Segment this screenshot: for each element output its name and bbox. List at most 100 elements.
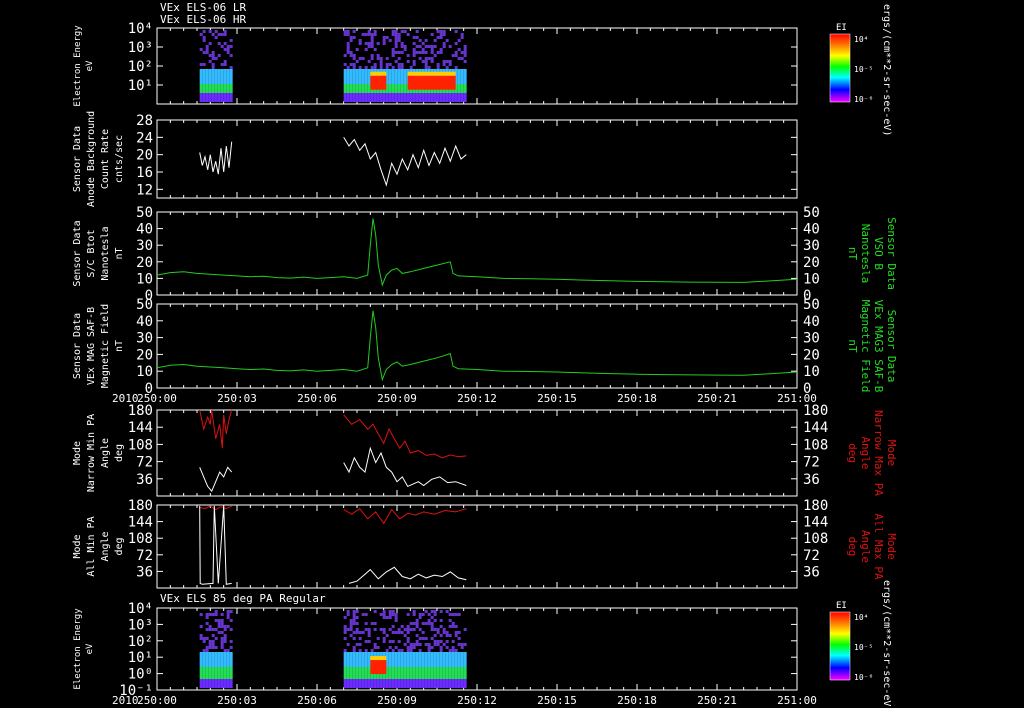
spectrogram-cell — [205, 99, 209, 102]
spectrogram-cell — [214, 36, 218, 39]
spectrogram-cell — [379, 66, 383, 69]
spectrogram-cell — [403, 652, 407, 655]
spectrogram-cell — [355, 667, 359, 670]
spectrogram-cell — [214, 78, 218, 81]
spectrogram-cell — [391, 48, 395, 51]
spectrogram-intense-band — [370, 660, 387, 675]
spectrogram-cell — [400, 90, 404, 93]
spectrogram-cell — [358, 87, 362, 90]
spectrogram-cell — [403, 75, 407, 78]
spectrogram-cell — [394, 99, 398, 102]
spectrogram-cell — [205, 51, 209, 54]
spectrogram-cell — [394, 664, 398, 667]
spectrogram-cell — [418, 655, 422, 658]
spectrogram-cell — [211, 84, 215, 87]
y-tick-label-right: 30 — [803, 331, 820, 347]
spectrogram-cell — [211, 673, 215, 676]
spectrogram-cell — [349, 655, 353, 658]
spectrogram-cell — [442, 96, 446, 99]
spectrogram-cell — [199, 637, 203, 640]
spectrogram-cell — [454, 658, 458, 661]
spectrogram-cell — [433, 93, 437, 96]
spectrogram-cell — [223, 661, 227, 664]
spectrogram-cell — [373, 679, 377, 682]
spectrogram-cell — [385, 36, 389, 39]
spectrogram-cell — [349, 78, 353, 81]
spectrogram-cell — [394, 673, 398, 676]
spectrogram-cell — [433, 96, 437, 99]
spectrogram-cell — [214, 90, 218, 93]
spectrogram-cell — [202, 84, 206, 87]
spectrogram-cell — [454, 652, 458, 655]
spectrogram-cell — [418, 682, 422, 685]
spectrogram-cell — [463, 664, 467, 667]
spectrogram-cell — [427, 90, 431, 93]
spectrogram-cell — [223, 652, 227, 655]
spectrogram-cell — [229, 54, 233, 57]
spectrogram-cell — [220, 655, 224, 658]
spectrogram-cell — [355, 84, 359, 87]
right-axis-label: Magnetic Field — [859, 300, 872, 393]
spectrogram-cell — [349, 39, 353, 42]
spectrogram-cell — [439, 664, 443, 667]
spectrogram-cell — [412, 90, 416, 93]
series-line — [199, 141, 233, 175]
spectrogram-cell — [226, 48, 230, 51]
spectrogram-cell — [457, 682, 461, 685]
spectrogram-cell — [373, 643, 377, 646]
y-tick-label-right: 144 — [803, 515, 828, 531]
spectrogram-cell — [358, 652, 362, 655]
spectrogram-cell — [391, 99, 395, 102]
spectrogram-cell — [445, 631, 449, 634]
spectrogram-cell — [358, 676, 362, 679]
spectrogram-cell — [361, 676, 365, 679]
spectrogram-cell — [388, 99, 392, 102]
right-axis-label: Mode — [885, 440, 898, 467]
spectrogram-cell — [418, 628, 422, 631]
spectrogram-cell — [388, 39, 392, 42]
spectrogram-cell — [403, 48, 407, 51]
spectrogram-cell — [208, 664, 212, 667]
spectrogram-cell — [202, 655, 206, 658]
y-tick-label: 10⁴ — [128, 21, 153, 37]
spectrogram-cell — [214, 664, 218, 667]
spectrogram-cell — [361, 613, 365, 616]
spectrogram-cell — [364, 93, 368, 96]
spectrogram-cell — [418, 93, 422, 96]
spectrogram-cell — [229, 619, 233, 622]
spectrogram-cell — [379, 613, 383, 616]
spectrogram-cell — [199, 625, 203, 628]
spectrogram-cell — [205, 667, 209, 670]
spectrogram-cell — [226, 658, 230, 661]
spectrogram-cell — [400, 51, 404, 54]
spectrogram-cell — [202, 90, 206, 93]
spectrogram-cell — [223, 667, 227, 670]
spectrogram-cell — [448, 679, 452, 682]
spectrogram-cell — [442, 93, 446, 96]
spectrogram-cell — [349, 84, 353, 87]
spectrogram-cell — [397, 81, 401, 84]
x-tick-label: 250:06 — [297, 694, 337, 707]
spectrogram-cell — [220, 643, 224, 646]
spectrogram-cell — [382, 93, 386, 96]
spectrogram-cell — [346, 628, 350, 631]
spectrogram-cell — [415, 625, 419, 628]
spectrogram-cell — [454, 673, 458, 676]
spectrogram-cell — [352, 670, 356, 673]
spectrogram-cell — [199, 63, 203, 66]
spectrogram-cell — [406, 658, 410, 661]
right-axis-label: Angle — [859, 530, 872, 563]
spectrogram-cell — [385, 616, 389, 619]
spectrogram-cell — [433, 661, 437, 664]
spectrogram-cell — [454, 54, 458, 57]
y-tick-label: 40 — [136, 222, 153, 238]
spectrogram-cell — [460, 679, 464, 682]
spectrogram-cell — [442, 628, 446, 631]
spectrogram-cell — [394, 39, 398, 42]
spectrogram-cell — [343, 676, 347, 679]
spectrogram-cell — [400, 655, 404, 658]
spectrogram-cell — [385, 96, 389, 99]
spectrogram-cell — [199, 673, 203, 676]
spectrogram-cell — [454, 51, 458, 54]
spectrogram-cell — [352, 637, 356, 640]
